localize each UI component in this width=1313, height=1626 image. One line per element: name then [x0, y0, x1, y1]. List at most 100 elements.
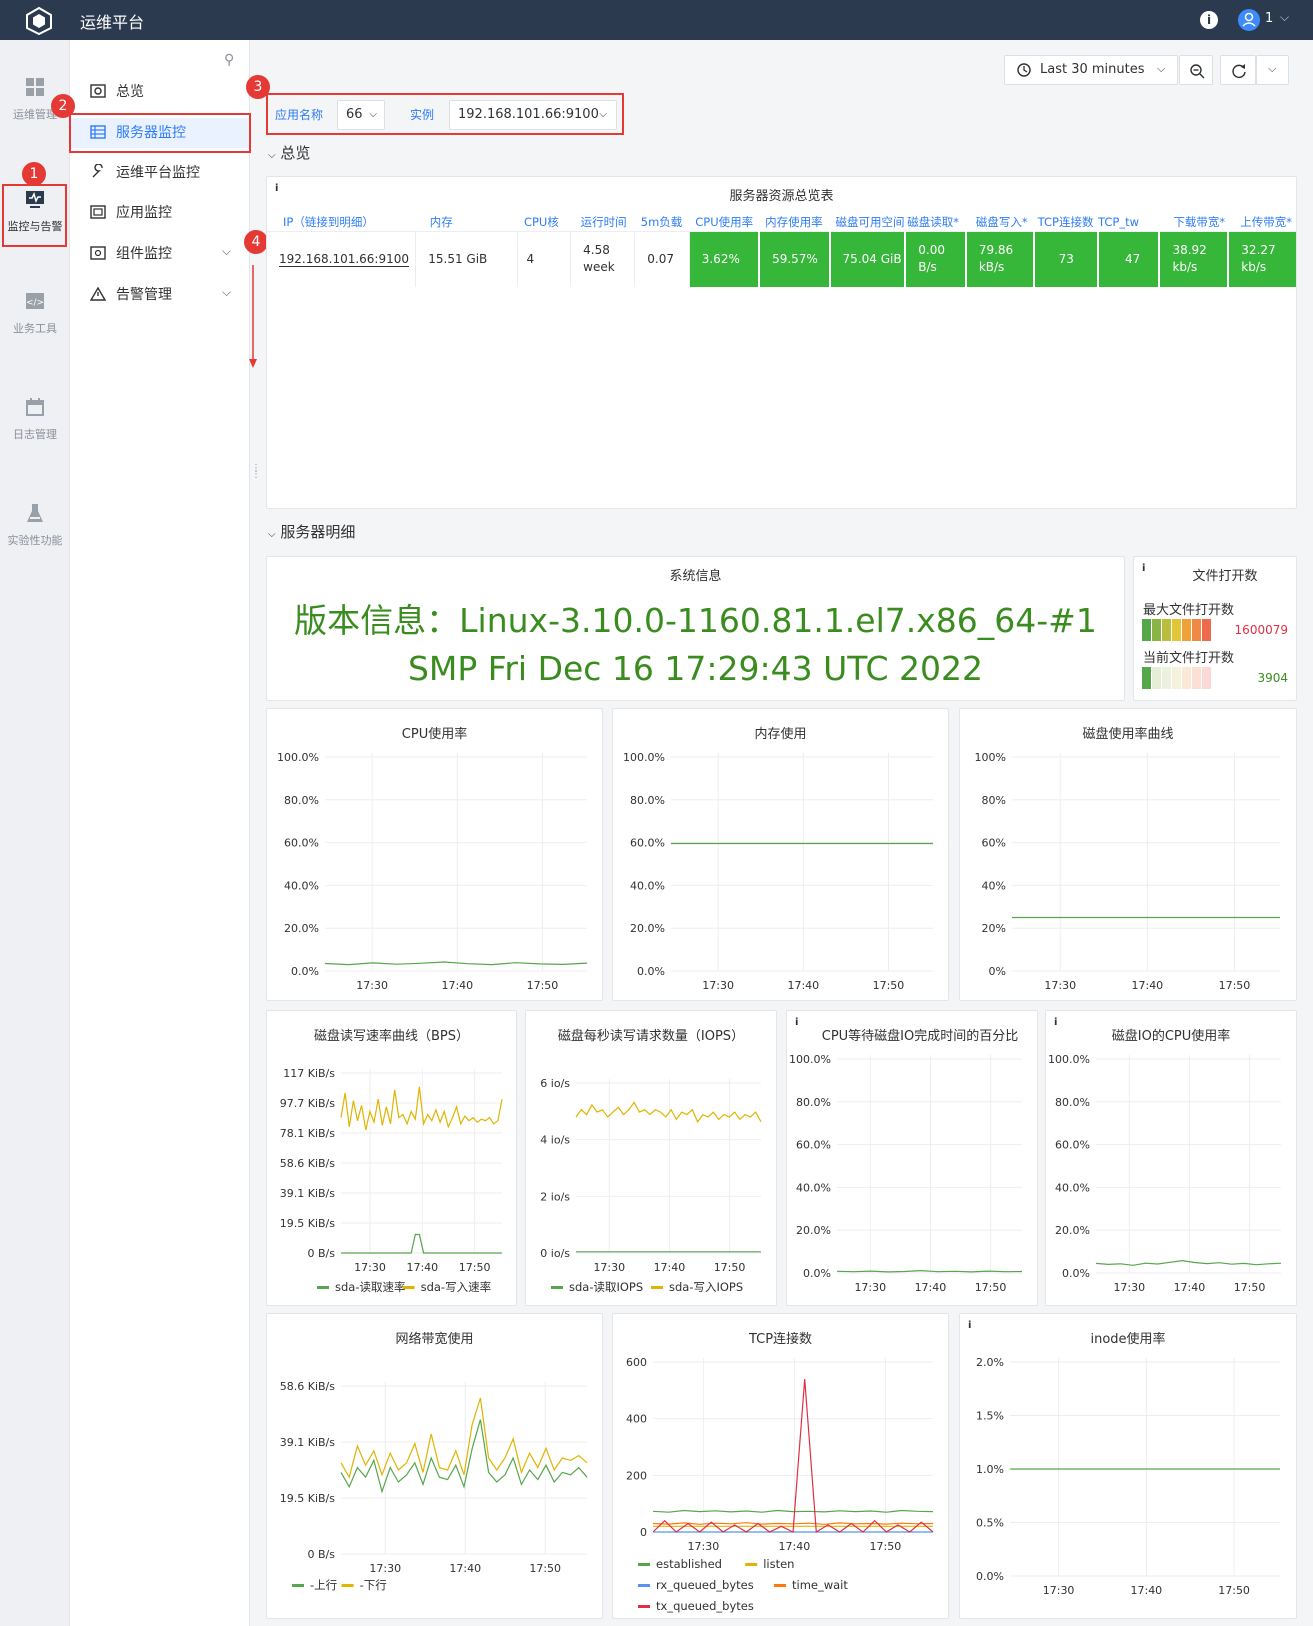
- app-name-label: 应用名称: [269, 100, 330, 130]
- column-header[interactable]: CPU使用率: [689, 213, 759, 231]
- column-header[interactable]: 内存: [416, 213, 518, 231]
- info-icon[interactable]: i: [1142, 563, 1145, 574]
- panel-title: CPU使用率: [401, 727, 468, 742]
- table-cell: 75.04 GiB: [829, 230, 907, 287]
- panel-title: TCP连接数: [748, 1332, 813, 1347]
- x-tick-label: 17:40: [654, 1261, 686, 1274]
- annotation-badge-4: 4: [244, 230, 268, 254]
- menu-item-app-monitoring[interactable]: 应用监控: [90, 198, 250, 228]
- series-line: [652, 1378, 934, 1534]
- series-line: [836, 1269, 1023, 1273]
- legend-swatch: [551, 1286, 563, 1289]
- column-header[interactable]: 下载带宽*: [1159, 213, 1228, 231]
- menu-item-platform-monitoring[interactable]: 运维平台监控: [90, 158, 250, 188]
- section-overview-toggle[interactable]: ⌵ 总览: [268, 142, 310, 163]
- chevron-down-icon: ⌵: [1268, 62, 1277, 75]
- annotation-badge-3: 3: [246, 75, 270, 99]
- y-tick-label: 100.0%: [277, 751, 319, 764]
- pin-icon[interactable]: ⚲: [224, 52, 234, 68]
- column-header[interactable]: 内存使用率: [759, 213, 829, 231]
- menu-label: 运维平台监控: [116, 165, 200, 181]
- top-bar: 运维平台 i 1 ⌵: [0, 0, 1313, 40]
- column-header[interactable]: TCP_tw: [1098, 213, 1159, 231]
- rail-item-tools[interactable]: </> 业务工具: [0, 290, 70, 336]
- y-tick-label: 100%: [975, 751, 1006, 764]
- zoom-out-button[interactable]: [1179, 55, 1213, 85]
- chevron-down-icon: ⌵: [268, 529, 276, 540]
- legend-label: -上行: [310, 1578, 337, 1592]
- y-tick-label: 0.0%: [803, 1267, 831, 1280]
- chevron-down-icon[interactable]: ⌵: [1280, 10, 1289, 25]
- calendar-icon: [26, 398, 44, 416]
- chevron-down-icon[interactable]: ⌵: [222, 285, 231, 300]
- x-tick-label: 17:50: [870, 1540, 902, 1553]
- legend-swatch: [745, 1563, 758, 1566]
- y-tick-label: 60.0%: [284, 837, 319, 850]
- menu-item-overview[interactable]: 总览: [90, 77, 250, 107]
- table-cell: 79.86 kB/s: [965, 230, 1035, 287]
- chart-panel-iowait: i CPU等待磁盘IO完成时间的百分比 100.0% 80.0% 60.0% 40.0…: [786, 1010, 1038, 1306]
- column-header[interactable]: TCP连接数: [1034, 213, 1098, 231]
- time-range-picker[interactable]: Last 30 minutes ⌵: [1004, 55, 1178, 85]
- rail-item-logs[interactable]: 日志管理: [0, 396, 70, 442]
- column-header[interactable]: 5m负载: [635, 213, 689, 231]
- clock-icon: [1017, 63, 1031, 77]
- y-tick-label: 19.5 KiB/s: [280, 1217, 336, 1230]
- instance-select[interactable]: 192.168.101.66:9100 ⌵: [449, 100, 617, 130]
- column-header[interactable]: CPU核: [518, 213, 571, 231]
- app-title: 运维平台: [80, 13, 145, 32]
- panel-title: 服务器资源总览表: [729, 189, 834, 204]
- user-name[interactable]: 1: [1265, 11, 1273, 26]
- avatar[interactable]: [1238, 9, 1260, 31]
- menu-label: 组件监控: [116, 246, 172, 262]
- chart-inode-usage: 2.0% 1.5% 1.0% 0.5% 0.0% 17:30 17:40 17:50: [976, 1356, 1280, 1597]
- y-tick-label: 80.0%: [796, 1096, 831, 1109]
- y-tick-label: 2.0%: [976, 1356, 1004, 1369]
- chevron-down-icon[interactable]: ⌵: [222, 244, 231, 259]
- info-icon[interactable]: i: [1200, 11, 1218, 29]
- logo-icon: [26, 6, 52, 36]
- refresh-interval-dropdown[interactable]: ⌵: [1256, 55, 1289, 85]
- component-icon: [90, 245, 106, 260]
- refresh-icon: [1232, 64, 1246, 78]
- panel-title: 磁盘每秒读写请求数量（IOPS）: [557, 1029, 745, 1044]
- legend-swatch: [292, 1584, 304, 1587]
- y-tick-label: 0.0%: [1062, 1267, 1090, 1280]
- x-tick-label: 17:30: [593, 1261, 625, 1274]
- chart-io-wait: 100.0% 80.0% 60.0% 40.0% 20.0% 0.0% 17:30 17:40…: [789, 1053, 1023, 1294]
- y-tick-label: 39.1 KiB/s: [280, 1436, 336, 1449]
- annotation-badge-2: 2: [51, 94, 75, 118]
- refresh-button[interactable]: [1220, 55, 1256, 85]
- legend-swatch: [402, 1286, 415, 1289]
- chart-cpu-usage: 100.0% 80.0% 60.0% 40.0% 20.0% 0.0% 17:30 17:40…: [277, 751, 588, 992]
- column-header[interactable]: 上传带宽*: [1228, 213, 1296, 231]
- panel-title: 内存使用: [754, 727, 807, 742]
- info-icon[interactable]: i: [795, 1017, 798, 1028]
- sub-menu: [70, 40, 250, 1626]
- column-header[interactable]: 磁盘写入*: [966, 213, 1034, 231]
- y-tick-label: 40%: [982, 879, 1006, 892]
- resize-handle-icon[interactable]: ⋮ ⋮: [251, 464, 261, 480]
- column-header[interactable]: 运行时间: [571, 213, 635, 231]
- y-tick-label: 2 io/s: [540, 1190, 570, 1203]
- legend-label: -下行: [360, 1578, 387, 1592]
- section-detail-toggle[interactable]: ⌵ 服务器明细: [268, 521, 355, 542]
- column-header[interactable]: 磁盘读取*: [905, 213, 966, 231]
- chart-network-bandwidth: 58.6 KiB/s 39.1 KiB/s 19.5 KiB/s 0 B/s 17:30…: [280, 1380, 588, 1592]
- nav-rail: 运维管理 监控与告警 </> 业务工具 日志管理 实验性功能: [0, 40, 70, 1626]
- current-open-files-gauge: [1142, 667, 1214, 689]
- rail-label: 日志管理: [13, 428, 57, 441]
- app-name-select[interactable]: 66 ⌵: [337, 100, 385, 130]
- max-open-files-gauge: [1142, 619, 1214, 641]
- menu-label: 应用监控: [116, 205, 172, 221]
- legend-label: tx_queued_bytes: [656, 1599, 754, 1613]
- chart-panel-tcp: TCP连接数 600 400 200 0 17:30 17:40 17:50 establis…: [612, 1313, 949, 1619]
- ip-link[interactable]: 192.168.101.66:9100: [267, 230, 417, 287]
- panel-title: inode使用率: [1090, 1332, 1166, 1347]
- y-tick-label: 97.7 KiB/s: [280, 1097, 336, 1110]
- column-header[interactable]: IP（链接到明细）: [267, 213, 416, 231]
- column-header[interactable]: 磁盘可用空间: [830, 213, 906, 231]
- rail-item-experimental[interactable]: 实验性功能: [0, 502, 70, 548]
- y-tick-label: 1.5%: [976, 1410, 1004, 1423]
- panel-title: 磁盘IO的CPU使用率: [1111, 1029, 1231, 1044]
